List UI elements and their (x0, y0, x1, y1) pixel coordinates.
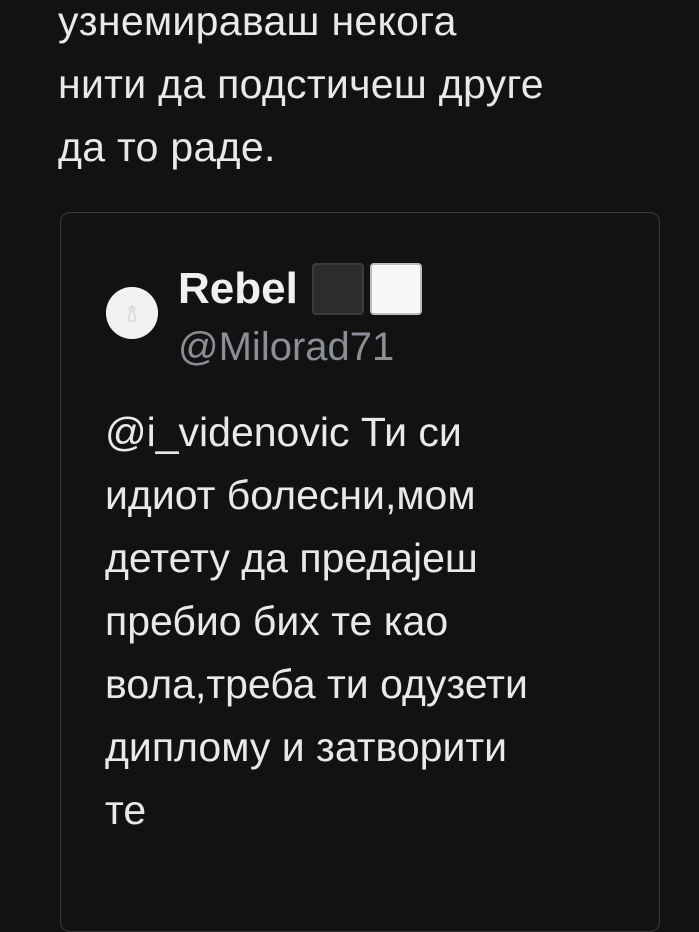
quoted-tweet-card[interactable]: Rebel @Milorad71 @i_videnovic Ти си идио… (60, 212, 660, 932)
quoted-body-line: диплому и затворити (105, 724, 508, 770)
display-name-text: Rebel (178, 264, 298, 313)
quoted-body-line: идиот болесни,мом (105, 472, 476, 518)
tweet-text-line: да то раде. (58, 124, 276, 170)
quoted-tweet-body: @i_videnovic Ти си идиот болесни,мом дет… (105, 401, 645, 842)
quoted-body-line: пребио бих те као (105, 598, 449, 644)
quoted-display-name[interactable]: Rebel (178, 263, 422, 315)
avatar[interactable] (106, 287, 158, 339)
quoted-handle[interactable]: @Milorad71 (178, 325, 394, 370)
quoted-body-line: @i_videnovic Ти си (105, 409, 462, 455)
avatar-image-icon (106, 287, 158, 339)
quoted-body-line: вола,треба ти одузети (105, 661, 528, 707)
tweet-text: узнемираваш некога нити да подстичеш дру… (58, 0, 678, 179)
quoted-body-line: те (105, 787, 147, 833)
tweet-text-line: нити да подстичеш друге (58, 61, 544, 107)
black-square-emoji-icon (311, 263, 364, 315)
quoted-body-line: детету да предајеш (105, 535, 478, 581)
white-square-emoji-icon (369, 263, 422, 315)
tweet-text-line: узнемираваш некога (58, 0, 457, 44)
